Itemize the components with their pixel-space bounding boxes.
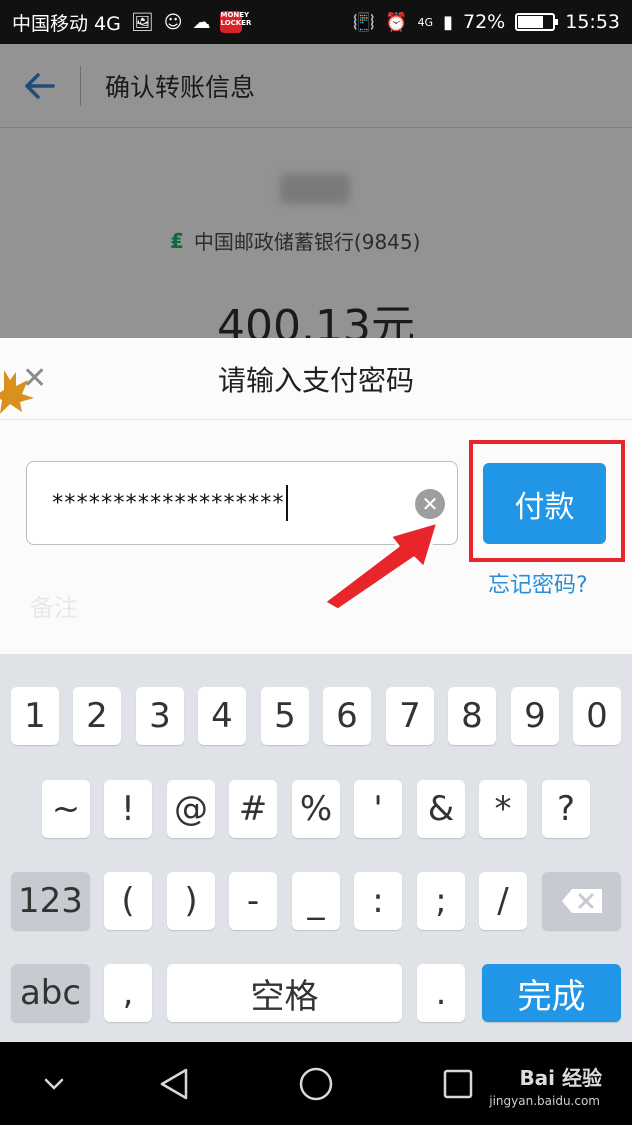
baidu-jingyan-watermark: Bai 经验: [519, 1066, 602, 1090]
key-123-mode[interactable]: 123: [11, 872, 90, 930]
key-4[interactable]: 4: [198, 687, 246, 745]
key-3[interactable]: 3: [136, 687, 184, 745]
symbol-keyboard: 1 2 3 4 5 6 7 8 9 0 ~ ! @ # % ' & * ? 12…: [0, 654, 632, 1042]
battery-icon: [515, 13, 559, 31]
key-6[interactable]: 6: [323, 687, 371, 745]
hide-keyboard-icon[interactable]: [36, 1066, 72, 1102]
key-underscore[interactable]: _: [292, 872, 340, 930]
done-key[interactable]: 完成: [482, 964, 621, 1022]
key-8[interactable]: 8: [448, 687, 496, 745]
key-question[interactable]: ?: [542, 780, 590, 838]
top-bar: 确认转账信息: [0, 44, 632, 128]
backspace-icon: [561, 889, 602, 913]
transfer-confirm-page: 确认转账信息 ₤ 中国邮政储蓄银行(9845) 400.13元: [0, 44, 632, 338]
red-arrow-annotation-icon: [322, 520, 440, 610]
backspace-key[interactable]: [542, 872, 621, 930]
key-tilde[interactable]: ~: [42, 780, 90, 838]
key-hash[interactable]: #: [229, 780, 277, 838]
space-key[interactable]: 空格: [167, 964, 402, 1022]
battery-percent: 72%: [463, 11, 506, 33]
navigation-bar: Bai 经验 jingyan.baidu.com: [0, 1042, 632, 1125]
key-semicolon[interactable]: ;: [417, 872, 465, 930]
key-percent[interactable]: %: [292, 780, 340, 838]
key-0[interactable]: 0: [573, 687, 621, 745]
transfer-amount: 400.13元: [217, 301, 415, 338]
key-7[interactable]: 7: [386, 687, 434, 745]
back-nav-icon[interactable]: [158, 1066, 194, 1102]
dialog-header: ✕ 请输入支付密码: [0, 338, 632, 420]
status-bar: 中国移动 4G 🖼 ☺ ☁ MONEY LOCKER 📳 ⏰ 4G ▮ 72% …: [0, 0, 632, 44]
remark-label: 备注: [30, 594, 78, 622]
key-apostrophe[interactable]: ': [354, 780, 402, 838]
key-ampersand[interactable]: &: [417, 780, 465, 838]
key-9[interactable]: 9: [511, 687, 559, 745]
key-comma[interactable]: ,: [104, 964, 152, 1022]
gallery-icon: 🖼: [130, 11, 154, 33]
battery-level: [518, 16, 543, 28]
vibrate-icon: 📳: [352, 11, 376, 33]
dialog-title: 请输入支付密码: [217, 363, 414, 397]
clock: 15:53: [565, 11, 620, 33]
key-2[interactable]: 2: [73, 687, 121, 745]
key-at[interactable]: @: [167, 780, 215, 838]
carrier-label: 中国移动 4G: [12, 12, 121, 35]
key-asterisk[interactable]: *: [479, 780, 527, 838]
key-5[interactable]: 5: [261, 687, 309, 745]
key-close-paren[interactable]: ): [167, 872, 215, 930]
key-1[interactable]: 1: [11, 687, 59, 745]
postal-bank-icon: ₤: [170, 228, 184, 253]
money-locker-icon: MONEY LOCKER: [220, 11, 251, 33]
password-mask: *******************: [51, 490, 285, 516]
key-period[interactable]: .: [417, 964, 465, 1022]
key-colon[interactable]: :: [354, 872, 402, 930]
home-nav-icon[interactable]: [298, 1066, 334, 1102]
bank-name: 中国邮政储蓄银行(9845): [193, 230, 421, 254]
close-icon[interactable]: ✕: [22, 364, 47, 394]
key-abc-mode[interactable]: abc: [11, 964, 90, 1022]
forgot-password-link[interactable]: 忘记密码?: [488, 567, 588, 599]
bank-info: ₤ 中国邮政储蓄银行(9845): [170, 226, 420, 255]
key-slash[interactable]: /: [479, 872, 527, 930]
back-arrow-icon: [25, 72, 55, 99]
signal-icon: 4G: [417, 15, 434, 29]
text-caret: [285, 485, 288, 521]
cloud-icon: ☁: [192, 11, 211, 33]
back-button[interactable]: [0, 44, 80, 128]
payee-name-blurred: [280, 174, 350, 204]
key-exclamation[interactable]: !: [104, 780, 152, 838]
key-hyphen[interactable]: -: [229, 872, 277, 930]
payment-password-dialog: ✕ 请输入支付密码 ******************* ✕ 付款 忘记密码?…: [0, 338, 632, 654]
watermark-url: jingyan.baidu.com: [489, 1094, 600, 1108]
title-divider: [80, 65, 81, 106]
alarm-icon: ⏰: [385, 11, 408, 33]
page-title: 确认转账信息: [105, 72, 256, 102]
signal-bars-icon: ▮: [443, 11, 453, 33]
key-open-paren[interactable]: (: [104, 872, 152, 930]
emoji-icon: ☺: [163, 11, 183, 33]
highlight-annotation-box: [469, 440, 625, 562]
recents-nav-icon[interactable]: [440, 1066, 476, 1102]
